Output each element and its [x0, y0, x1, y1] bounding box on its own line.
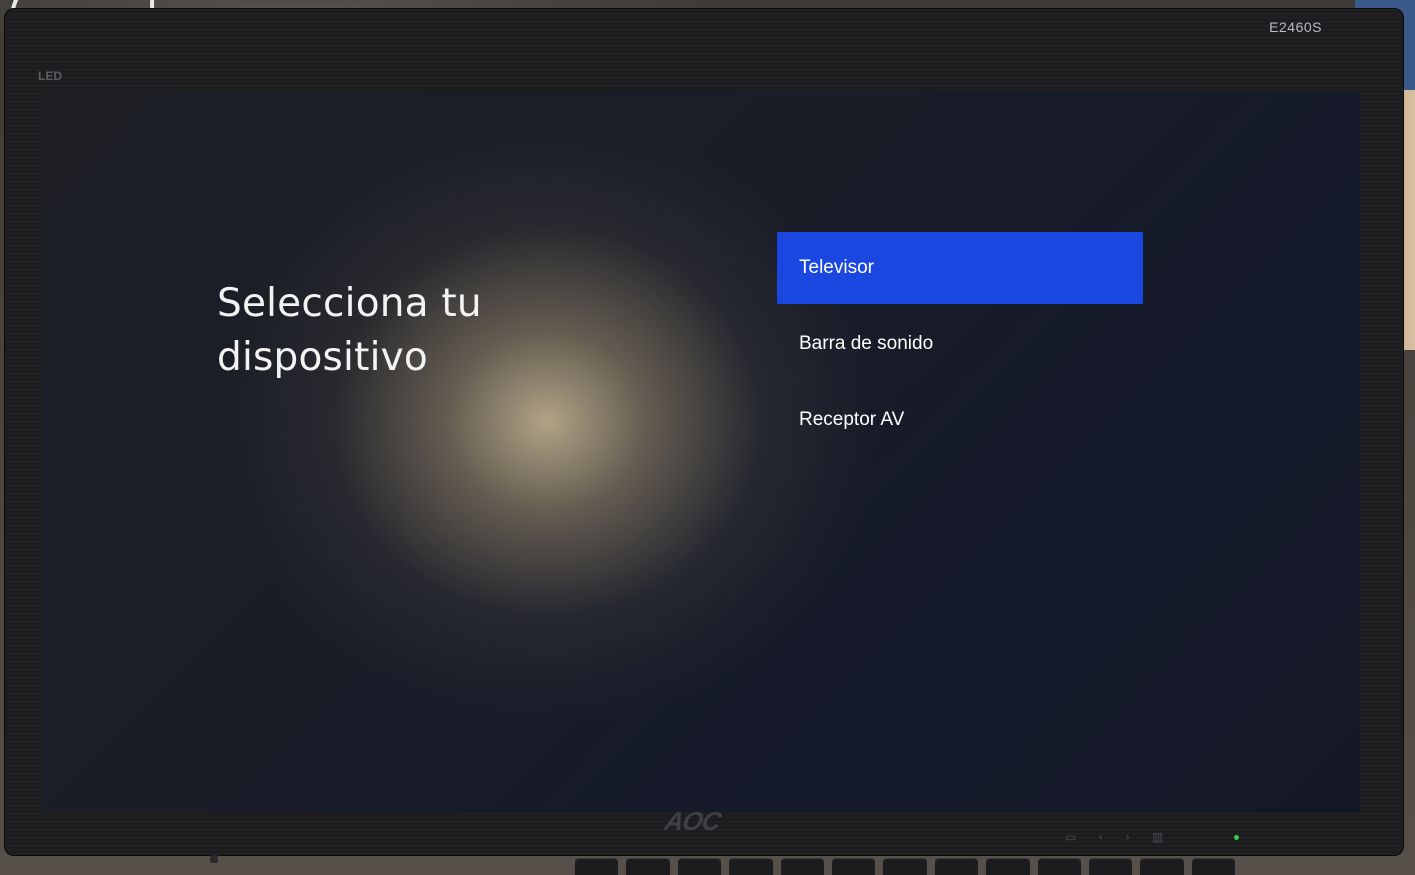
input-icon[interactable]: ▭: [1065, 830, 1076, 844]
power-led-icon: [1234, 835, 1239, 840]
key: [1088, 858, 1133, 875]
key: [677, 858, 722, 875]
option-televisor[interactable]: Televisor: [777, 232, 1143, 304]
key: [780, 858, 824, 875]
key: [986, 858, 1030, 875]
model-label: E2460S: [1269, 19, 1322, 35]
key: [883, 858, 927, 875]
key: [1037, 858, 1081, 875]
key: [934, 858, 979, 875]
monitor-controls: ▭ ‹ › ▥: [1065, 830, 1163, 844]
brand-logo: AOC: [661, 806, 724, 836]
option-receptor-av[interactable]: Receptor AV: [777, 384, 1143, 456]
sensor-dot: [210, 855, 218, 863]
key: [1191, 858, 1236, 875]
key: [729, 858, 773, 875]
option-label: Barra de sonido: [799, 333, 934, 354]
option-label: Receptor AV: [799, 409, 905, 430]
menu-icon[interactable]: ▥: [1152, 830, 1163, 844]
key: [831, 858, 876, 875]
device-options-list: Televisor Barra de sonido Receptor AV: [777, 232, 1143, 460]
right-arrow-icon[interactable]: ›: [1125, 830, 1130, 844]
tv-screen: Selecciona tu dispositivo Televisor Barr…: [42, 92, 1360, 812]
key: [1140, 858, 1184, 875]
option-label: Televisor: [799, 257, 874, 278]
page-title: Selecciona tu dispositivo: [217, 281, 482, 380]
keyboard-edge: [575, 858, 1236, 875]
key: [626, 858, 670, 875]
led-label: LED: [38, 69, 62, 83]
option-barra-de-sonido[interactable]: Barra de sonido: [777, 308, 1143, 380]
key: [575, 858, 619, 875]
left-arrow-icon[interactable]: ‹: [1098, 830, 1103, 844]
